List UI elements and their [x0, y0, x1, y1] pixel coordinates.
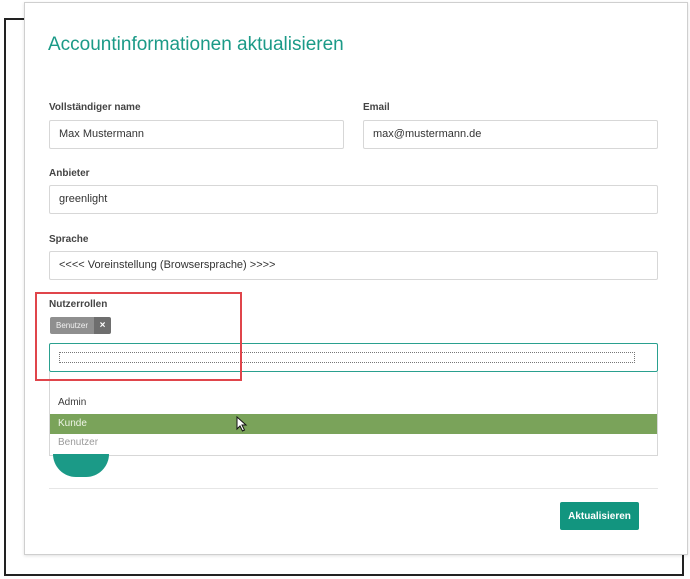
role-option-admin[interactable]: Admin: [50, 393, 657, 413]
form-divider: [49, 488, 658, 489]
language-label: Sprache: [49, 234, 89, 245]
roles-label: Nutzerrollen: [49, 299, 108, 310]
roles-search-input[interactable]: [59, 352, 635, 363]
full-name-label: Vollständiger name: [49, 102, 141, 113]
page-title: Accountinformationen aktualisieren: [48, 34, 344, 55]
mouse-pointer-icon: [236, 416, 248, 432]
roles-input-box[interactable]: [49, 343, 658, 372]
close-icon[interactable]: ×: [94, 317, 112, 334]
roles-dropdown: Admin Kunde Benutzer: [49, 372, 658, 456]
update-button[interactable]: Aktualisieren: [560, 502, 639, 530]
role-option-kunde[interactable]: Kunde: [50, 414, 657, 434]
role-chip-benutzer: Benutzer ×: [50, 317, 112, 334]
provider-label: Anbieter: [49, 168, 90, 179]
email-field[interactable]: max@mustermann.de: [363, 120, 658, 149]
role-chip-label: Benutzer: [50, 317, 95, 334]
email-label: Email: [363, 102, 390, 113]
full-name-field[interactable]: Max Mustermann: [49, 120, 344, 149]
role-option-benutzer[interactable]: Benutzer: [50, 433, 657, 453]
provider-field[interactable]: greenlight: [49, 185, 658, 214]
language-select[interactable]: <<<< Voreinstellung (Browsersprache) >>>…: [49, 251, 658, 280]
